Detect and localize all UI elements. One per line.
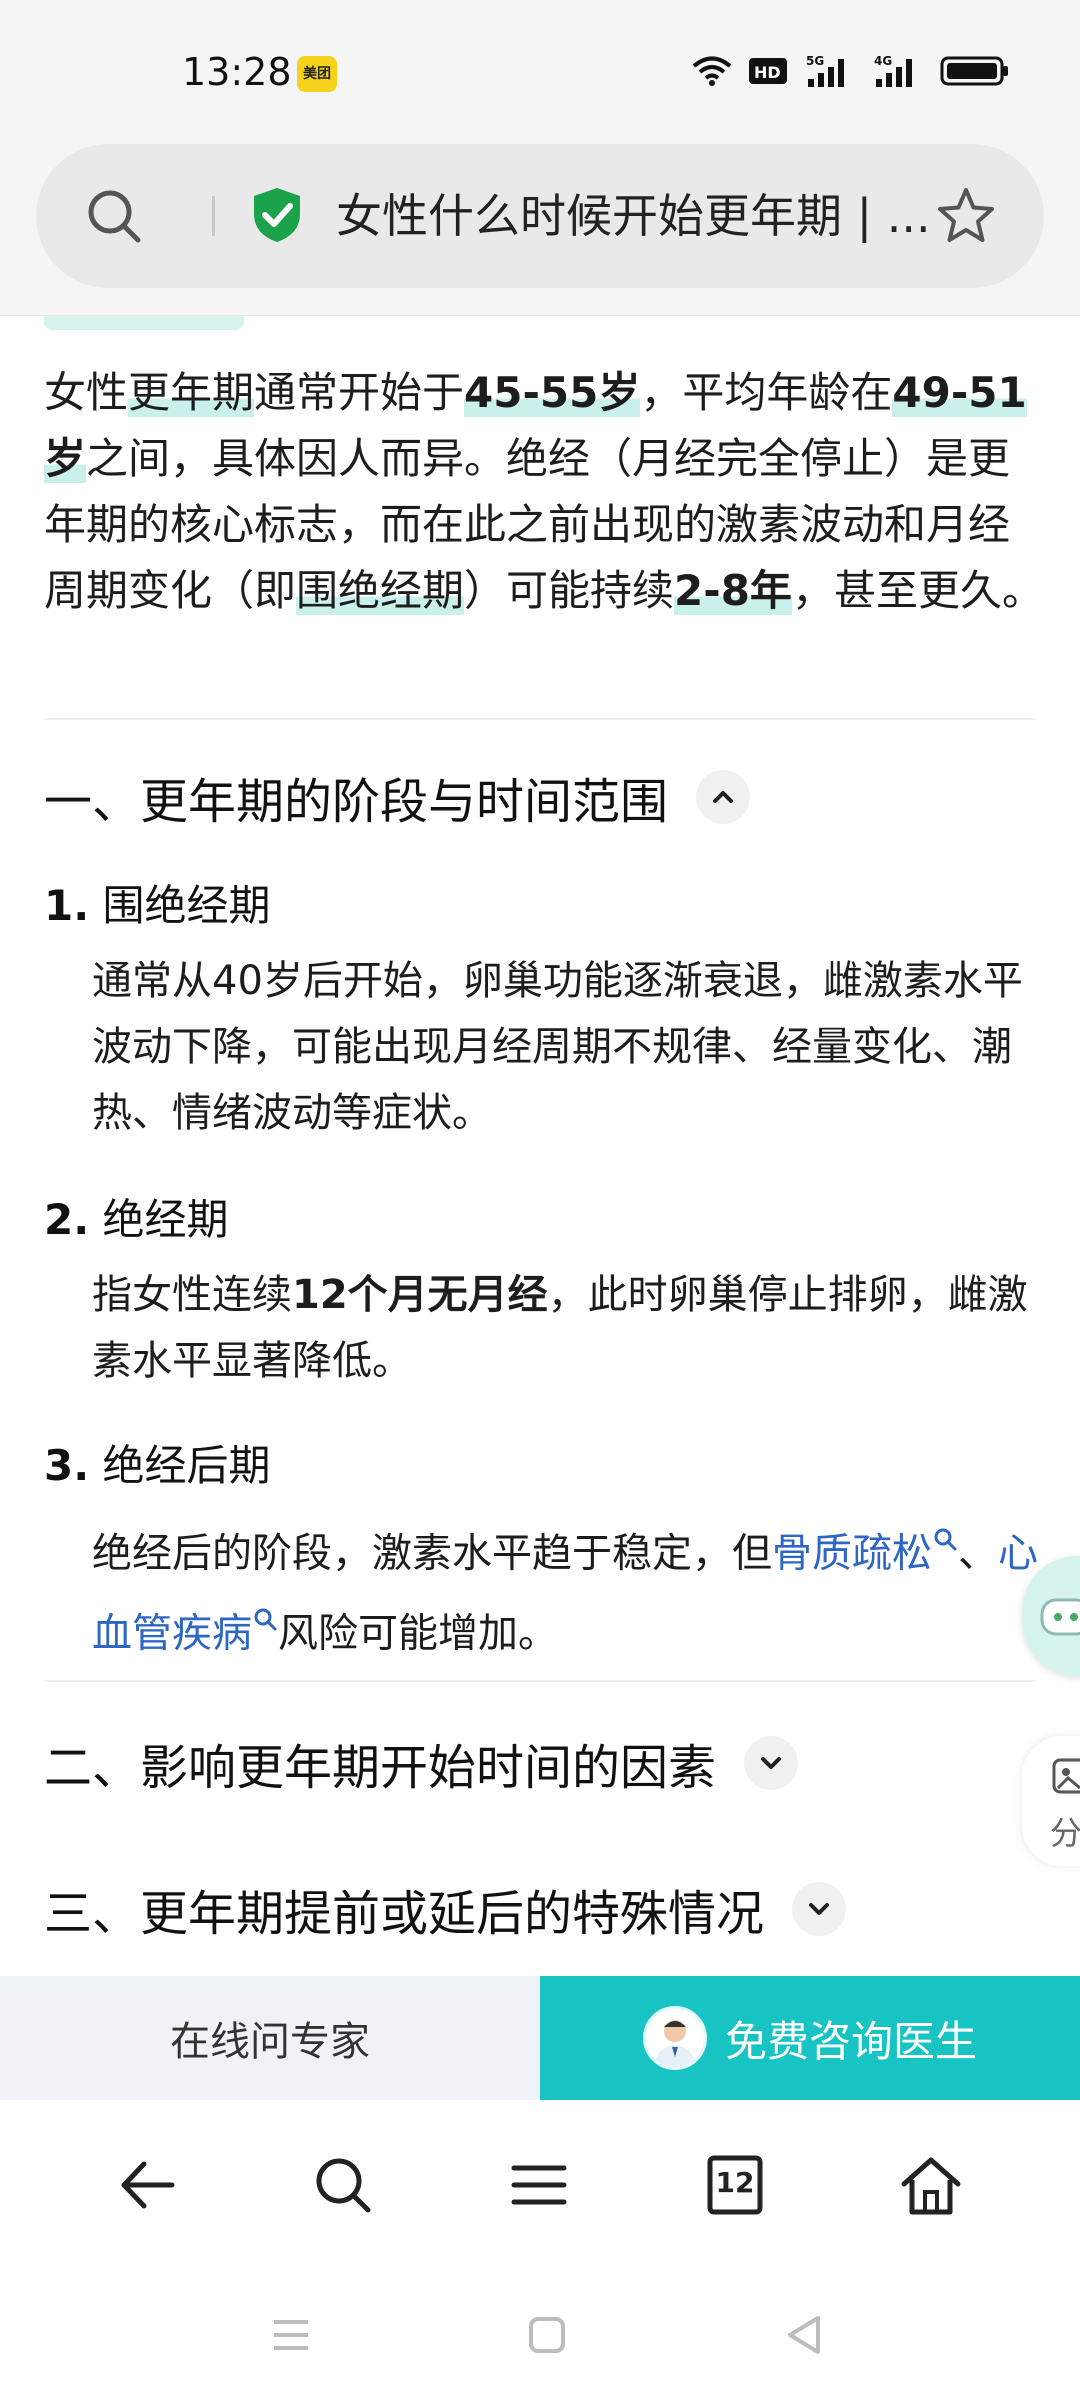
intro-text: 通常开始于 <box>254 368 465 417</box>
ask-expert-label: 在线问专家 <box>170 2019 370 2065</box>
home-square-icon[interactable] <box>522 2310 572 2360</box>
wifi-icon <box>692 55 732 87</box>
section-1-header[interactable]: 一、更年期的阶段与时间范围 <box>44 762 751 832</box>
item-3-number: 3. <box>44 1441 90 1490</box>
section-2-title: 二、影响更年期开始时间的因素 <box>44 1740 717 1796</box>
intro-paragraph: 女性更年期通常开始于45-55岁，平均年龄在49-51岁之间，具体因人而异。绝经… <box>44 360 1044 624</box>
back-arrow-icon[interactable] <box>112 2150 182 2220</box>
doctor-avatar <box>642 2006 707 2070</box>
intro-text: 女性 <box>44 368 129 417</box>
item-3-text-part: 风险可能增加。 <box>278 1610 558 1657</box>
item-1-title: 1. 围绝经期 <box>44 872 271 933</box>
intro-text: ）可能持续 <box>464 566 675 615</box>
robot-icon <box>1040 1598 1080 1636</box>
section-1-title: 一、更年期的阶段与时间范围 <box>44 774 669 830</box>
signal-4g-icon: 4G <box>872 53 924 89</box>
back-triangle-icon[interactable] <box>780 2310 830 2360</box>
tabs-count: 12 <box>715 2166 755 2199</box>
svg-text:5G: 5G <box>806 54 824 68</box>
recent-apps-icon[interactable] <box>266 2310 316 2360</box>
meituan-app-icon: 美团 <box>297 56 337 92</box>
section-3-title: 三、更年期提前或延后的特殊情况 <box>44 1886 765 1942</box>
chevron-down-icon[interactable] <box>792 1882 847 1936</box>
system-status-icons: HD 5G 4G <box>692 48 1010 94</box>
ask-expert-button[interactable]: 在线问专家 <box>0 1976 540 2100</box>
consult-bar: 在线问专家 免费咨询医生 <box>0 1976 1080 2100</box>
intro-age-range: 45-55岁 <box>464 368 641 417</box>
intro-duration: 2-8年 <box>674 566 792 615</box>
image-share-icon <box>1052 1758 1080 1794</box>
system-navigation-bar <box>0 2270 1080 2400</box>
search-link-icon[interactable] <box>252 1586 278 1631</box>
free-consult-label: 免费咨询医生 <box>724 2016 977 2066</box>
address-bar[interactable]: 女性什么时候开始更年期 | ... <box>36 144 1044 288</box>
item-2-number: 2. <box>44 1195 90 1244</box>
page: 13:28 美团 HD 5G 4G 女性什么时候开始更年期 | ... 女性更年… <box>0 0 1080 2400</box>
page-title[interactable]: 女性什么时候开始更年期 | ... <box>336 186 946 246</box>
chevron-down-icon[interactable] <box>744 1736 799 1790</box>
intro-text: ，平均年龄在 <box>640 368 893 417</box>
intro-text: ，甚至更久。 <box>791 566 1044 615</box>
address-divider <box>212 196 215 236</box>
browser-bottom-nav: 12 <box>0 2100 1080 2270</box>
hd-icon: HD <box>748 56 788 86</box>
free-consult-doctor-button[interactable]: 免费咨询医生 <box>540 1976 1080 2100</box>
home-icon[interactable] <box>896 2150 966 2220</box>
intro-keyword: 更年期 <box>128 368 255 417</box>
share-float-button[interactable]: 分 <box>1022 1736 1080 1866</box>
signal-5g-icon: 5G <box>804 53 856 89</box>
item-3-text-part: 绝经后的阶段，激素水平趋于稳定，但 <box>92 1530 772 1577</box>
item-3-text: 绝经后的阶段，激素水平趋于稳定，但骨质疏松 、心血管疾病 风险可能增加。 <box>92 1506 1042 1667</box>
tabs-icon[interactable]: 12 <box>700 2150 770 2220</box>
item-1-text: 通常从40岁后开始，卵巢功能逐渐衰退，雌激素水平波动下降，可能出现月经周期不规律… <box>92 958 1023 1136</box>
battery-icon <box>940 55 1010 87</box>
bookmark-star-icon[interactable] <box>934 184 998 248</box>
menu-icon[interactable] <box>504 2150 574 2220</box>
status-time: 13:28 <box>182 50 292 94</box>
search-icon[interactable] <box>84 186 144 246</box>
browser-address-bar-area: 女性什么时候开始更年期 | ... <box>0 140 1080 316</box>
item-1-number: 1. <box>44 881 90 930</box>
svg-text:HD: HD <box>754 63 781 82</box>
share-label: 分 <box>1050 1814 1080 1852</box>
item-1-label: 围绝经期 <box>102 881 271 930</box>
secure-shield-icon[interactable] <box>246 184 308 246</box>
osteoporosis-link[interactable]: 骨质疏松 <box>772 1530 932 1576</box>
item-2-title: 2. 绝经期 <box>44 1186 229 1247</box>
item-3-label: 绝经后期 <box>102 1441 271 1490</box>
intro-keyword: 围绝经期 <box>296 566 465 615</box>
item-2-label: 绝经期 <box>102 1195 229 1244</box>
item-2-text: 指女性连续12个月无月经，此时卵巢停止排卵，雌激素水平显著降低。 <box>92 1262 1042 1394</box>
item-2-text-part: 指女性连续 <box>92 1272 292 1318</box>
item-3-text-part: 、 <box>958 1530 998 1577</box>
item-3-title: 3. 绝经后期 <box>44 1432 271 1493</box>
article-content: 女性更年期通常开始于45-55岁，平均年龄在49-51岁之间，具体因人而异。绝经… <box>0 316 1080 1976</box>
item-2-bold-text: 12个月无月经 <box>292 1272 548 1318</box>
divider <box>44 1680 1036 1682</box>
search-link-icon[interactable] <box>932 1506 958 1551</box>
previous-highlight-fragment <box>44 316 244 330</box>
svg-text:4G: 4G <box>874 54 892 68</box>
search-icon[interactable] <box>308 2150 378 2220</box>
status-bar: 13:28 美团 HD 5G 4G <box>0 0 1080 140</box>
section-2-header[interactable]: 二、影响更年期开始时间的因素 <box>44 1728 799 1798</box>
chevron-up-icon[interactable] <box>696 770 751 824</box>
divider <box>44 718 1036 720</box>
section-3-header[interactable]: 三、更年期提前或延后的特殊情况 <box>44 1874 847 1944</box>
